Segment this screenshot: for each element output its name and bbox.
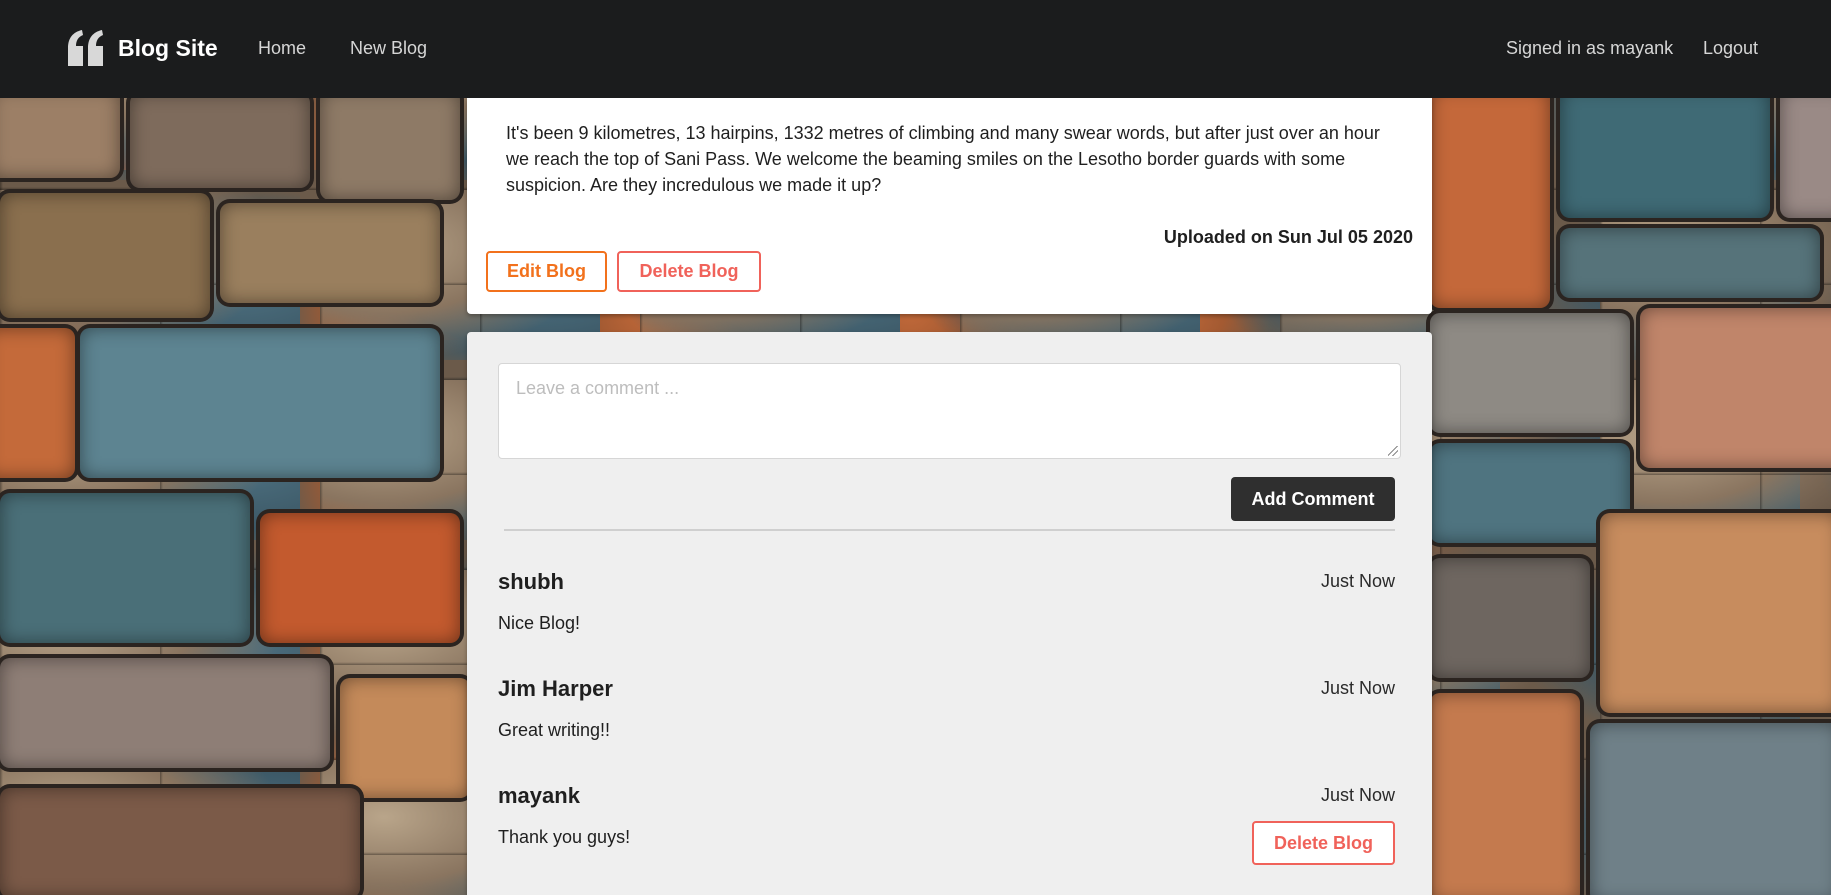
edit-blog-button[interactable]: Edit Blog: [486, 251, 607, 292]
comment-text: Nice Blog!: [498, 613, 581, 633]
comment-author: shubh: [498, 569, 564, 594]
comments-card: Add Comment shubh Just Now Nice Blog! Ji…: [467, 332, 1432, 895]
blog-post-body: It's been 9 kilometres, 13 hairpins, 133…: [506, 123, 1380, 195]
divider: [504, 529, 1395, 531]
delete-comment-button[interactable]: Delete Blog: [1252, 821, 1395, 865]
brand-title: Blog Site: [118, 34, 218, 61]
comment-item: Jim Harper Just Now Great writing!!: [498, 676, 1395, 776]
upload-date: Uploaded on Sun Jul 05 2020: [1163, 227, 1413, 247]
comment-time: Just Now: [1320, 571, 1395, 591]
nav-home-link[interactable]: Home: [258, 38, 306, 59]
comment-author: mayank: [498, 783, 580, 808]
delete-blog-button[interactable]: Delete Blog: [617, 251, 761, 292]
logout-link[interactable]: Logout: [1703, 38, 1758, 59]
comment-author: Jim Harper: [498, 676, 613, 701]
quote-icon: [68, 30, 103, 66]
comment-text: Great writing!!: [498, 720, 611, 740]
add-comment-button[interactable]: Add Comment: [1231, 477, 1395, 521]
comment-item: mayank Just Now Thank you guys! Delete B…: [498, 783, 1395, 883]
brand[interactable]: Blog Site: [66, 30, 218, 66]
comment-item: shubh Just Now Nice Blog!: [498, 569, 1395, 669]
resize-grip-icon[interactable]: [1388, 446, 1398, 456]
comment-time: Just Now: [1320, 678, 1395, 698]
blog-post-card: It's been 9 kilometres, 13 hairpins, 133…: [467, 98, 1432, 314]
nav-new-blog-link[interactable]: New Blog: [350, 38, 427, 59]
comment-text: Thank you guys!: [498, 827, 631, 847]
comment-time: Just Now: [1320, 785, 1395, 805]
top-navbar: Blog Site Home New Blog Signed in as may…: [0, 0, 1831, 98]
signed-in-status: Signed in as mayank: [1506, 38, 1674, 58]
comment-input[interactable]: [498, 363, 1401, 459]
